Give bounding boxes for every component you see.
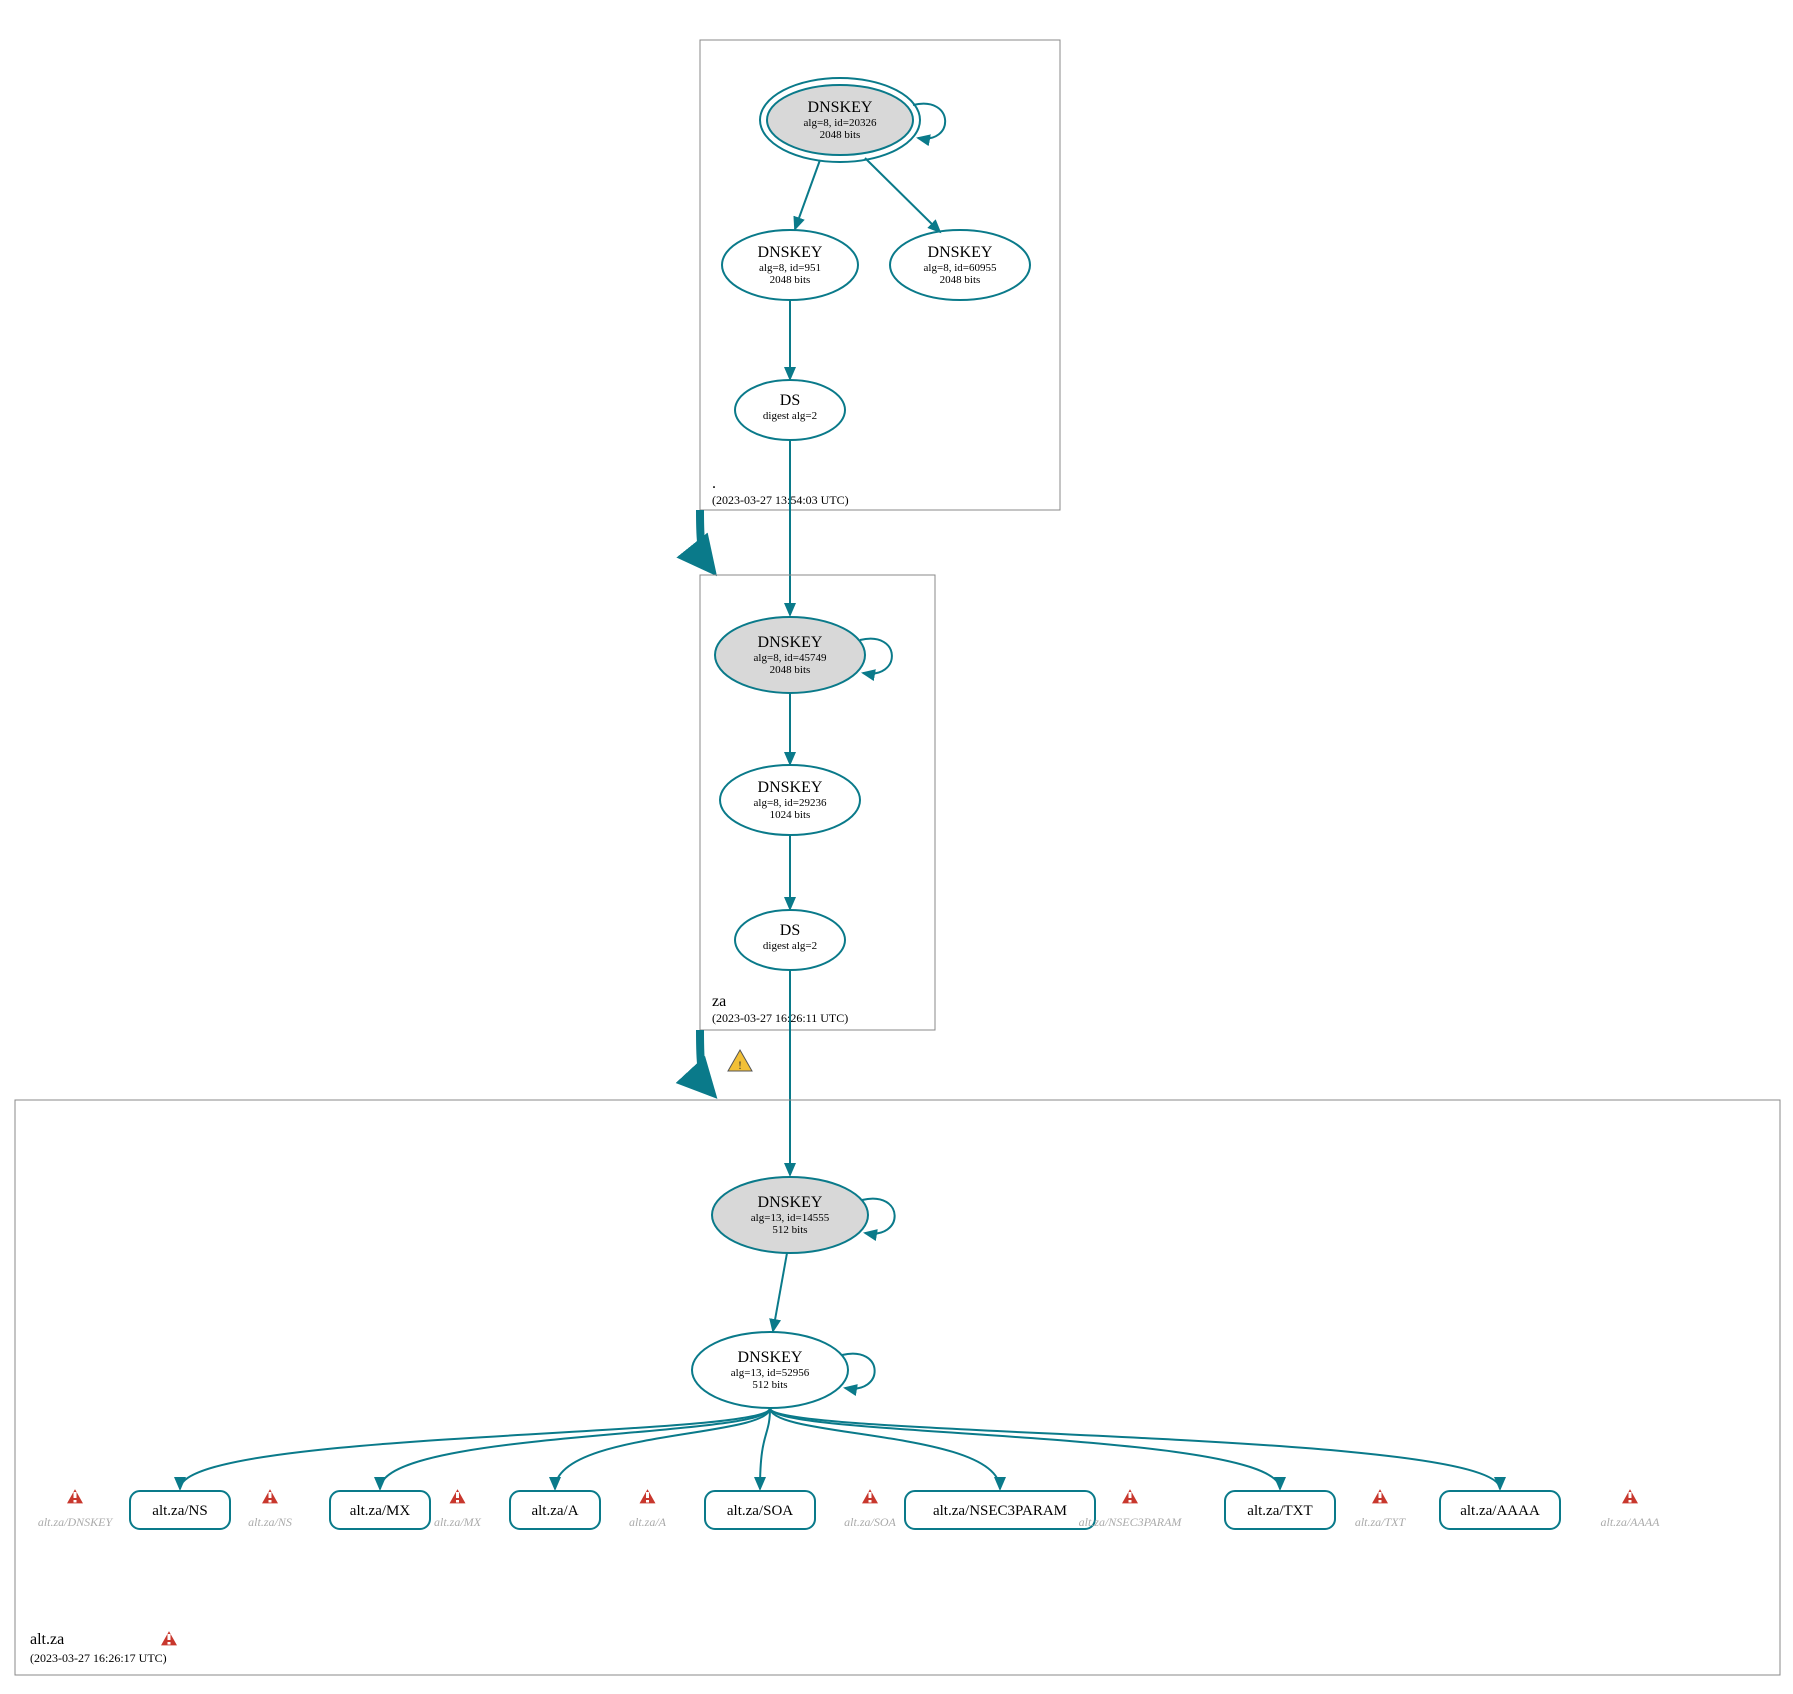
zone-altza: alt.za (2023-03-27 16:26:17 UTC) DNSKEY … <box>15 1100 1780 1675</box>
rr-ghost-label: alt.za/AAAA <box>1601 1515 1661 1529</box>
svg-text:alg=8, id=951: alg=8, id=951 <box>759 262 821 274</box>
zsk-to-rr-edge <box>380 1408 770 1489</box>
zone-za-timestamp: (2023-03-27 16:26:11 UTC) <box>712 1011 848 1025</box>
svg-text:digest alg=2: digest alg=2 <box>763 410 817 422</box>
za-zsk-node: DNSKEY alg=8, id=29236 1024 bits <box>720 765 860 835</box>
svg-text:2048 bits: 2048 bits <box>820 129 861 141</box>
warning-icon-red <box>861 1488 879 1504</box>
svg-text:DS: DS <box>780 392 800 409</box>
svg-text:alg=13, id=14555: alg=13, id=14555 <box>751 1212 830 1224</box>
zsk-to-rr-edge <box>770 1408 1280 1489</box>
rr-label: alt.za/NS <box>152 1503 207 1519</box>
svg-text:DNSKEY: DNSKEY <box>928 244 993 261</box>
zone-root-timestamp: (2023-03-27 13:54:03 UTC) <box>712 493 849 507</box>
svg-text:DNSKEY: DNSKEY <box>758 1194 823 1211</box>
svg-text:1024 bits: 1024 bits <box>770 809 811 821</box>
svg-text:alg=13, id=52956: alg=13, id=52956 <box>731 1367 810 1379</box>
svg-text:512 bits: 512 bits <box>752 1379 787 1391</box>
rr-ghost-label: alt.za/SOA <box>844 1515 896 1529</box>
rr-label: alt.za/TXT <box>1247 1503 1312 1519</box>
warning-icon-yellow: ! <box>728 1050 752 1072</box>
warning-icon-red <box>449 1488 467 1504</box>
altza-zsk-node: DNSKEY alg=13, id=52956 512 bits <box>692 1332 875 1408</box>
rr-ghost-label: alt.za/NS <box>248 1515 292 1529</box>
root-to-za-thick-arrow <box>700 510 712 570</box>
rr-label: alt.za/AAAA <box>1460 1503 1540 1519</box>
svg-text:DNSKEY: DNSKEY <box>758 779 823 796</box>
warning-icon-red <box>1121 1488 1139 1504</box>
root-zsk-left-node: DNSKEY alg=8, id=951 2048 bits <box>722 230 858 300</box>
svg-text:alg=8, id=20326: alg=8, id=20326 <box>804 117 877 129</box>
warning-icon-red <box>261 1488 279 1504</box>
zsk-to-rr-edge <box>770 1408 1500 1489</box>
rr-ghost-label: alt.za/DNSKEY <box>38 1515 114 1529</box>
root-zsk-right-node: DNSKEY alg=8, id=60955 2048 bits <box>890 230 1030 300</box>
svg-text:alg=8, id=45749: alg=8, id=45749 <box>754 652 827 664</box>
svg-text:!: ! <box>738 1058 742 1072</box>
svg-text:.: . <box>712 475 716 492</box>
svg-text:DS: DS <box>780 922 800 939</box>
rr-box: alt.za/NSEC3PARAM <box>905 1491 1095 1529</box>
rr-box: alt.za/TXT <box>1225 1491 1335 1529</box>
svg-text:2048 bits: 2048 bits <box>770 664 811 676</box>
za-to-altza-thick-arrow <box>700 1030 712 1093</box>
zone-altza-timestamp: (2023-03-27 16:26:17 UTC) <box>30 1651 167 1665</box>
rr-box: alt.za/A <box>510 1491 600 1529</box>
svg-text:DNSKEY: DNSKEY <box>738 1349 803 1366</box>
rr-label: alt.za/NSEC3PARAM <box>933 1503 1067 1519</box>
altza-ksk-node: DNSKEY alg=13, id=14555 512 bits <box>712 1177 895 1253</box>
zone-root: . (2023-03-27 13:54:03 UTC) DNSKEY alg=8… <box>700 40 1060 510</box>
svg-text:DNSKEY: DNSKEY <box>808 99 873 116</box>
warning-icon-red <box>1621 1488 1639 1504</box>
rr-label: alt.za/MX <box>350 1503 411 1519</box>
svg-text:digest alg=2: digest alg=2 <box>763 940 817 952</box>
rr-ghost-label: alt.za/TXT <box>1355 1515 1407 1529</box>
dnssec-diagram: . (2023-03-27 13:54:03 UTC) DNSKEY alg=8… <box>0 0 1793 1694</box>
root-ds-node: DS digest alg=2 <box>735 380 845 440</box>
warning-icon-red <box>639 1488 657 1504</box>
za-ksk-node: DNSKEY alg=8, id=45749 2048 bits <box>715 617 892 693</box>
warning-icon-red <box>66 1488 84 1504</box>
svg-text:2048 bits: 2048 bits <box>770 274 811 286</box>
zone-za-label: za <box>712 993 726 1010</box>
root-ksk-node: DNSKEY alg=8, id=20326 2048 bits <box>760 78 945 162</box>
rr-box: alt.za/NS <box>130 1491 230 1529</box>
svg-text:alg=8, id=29236: alg=8, id=29236 <box>754 797 827 809</box>
zone-za: za (2023-03-27 16:26:11 UTC) DNSKEY alg=… <box>700 575 935 1030</box>
za-ds-node: DS digest alg=2 <box>735 910 845 970</box>
svg-text:2048 bits: 2048 bits <box>940 274 981 286</box>
zsk-to-rr-edge <box>760 1408 770 1489</box>
rr-label: alt.za/SOA <box>727 1503 793 1519</box>
rr-label: alt.za/A <box>531 1503 578 1519</box>
rr-ghost-label: alt.za/NSEC3PARAM <box>1079 1515 1183 1529</box>
svg-text:DNSKEY: DNSKEY <box>758 244 823 261</box>
rrset-row: alt.za/DNSKEY alt.za/NS alt.za/NS alt.za/MX… <box>38 1408 1660 1529</box>
rr-ghost-label: alt.za/MX <box>434 1515 482 1529</box>
svg-text:DNSKEY: DNSKEY <box>758 634 823 651</box>
zone-altza-label: alt.za <box>30 1631 64 1648</box>
svg-text:512 bits: 512 bits <box>772 1224 807 1236</box>
warning-icon-red-zone <box>160 1630 178 1646</box>
rr-ghost-label: alt.za/A <box>629 1515 667 1529</box>
warning-icon-red <box>1371 1488 1389 1504</box>
rr-box: alt.za/MX <box>330 1491 430 1529</box>
svg-text:alg=8, id=60955: alg=8, id=60955 <box>924 262 997 274</box>
rr-box: alt.za/AAAA <box>1440 1491 1560 1529</box>
rr-box: alt.za/SOA <box>705 1491 815 1529</box>
